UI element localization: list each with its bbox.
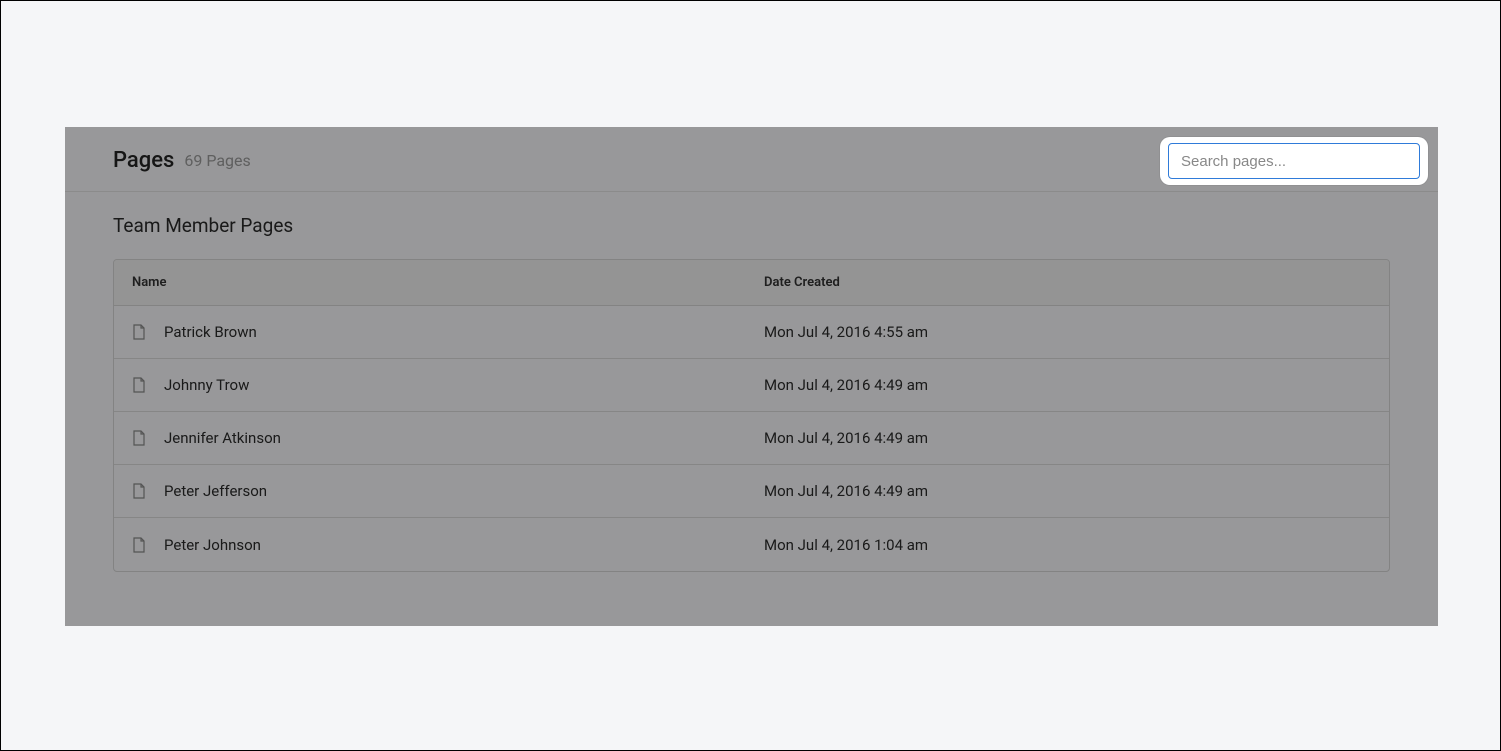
column-header-date-created[interactable]: Date Created [764,275,1389,290]
row-date-created: Mon Jul 4, 2016 4:49 am [764,376,1389,394]
page-icon [114,430,164,446]
column-header-name[interactable]: Name [114,275,764,290]
row-name: Jennifer Atkinson [164,429,764,447]
row-date-created: Mon Jul 4, 2016 4:55 am [764,323,1389,341]
page-count: 69 Pages [184,151,250,170]
table-header: Name Date Created [114,260,1389,306]
row-date-created: Mon Jul 4, 2016 4:49 am [764,429,1389,447]
search-input[interactable] [1168,143,1420,179]
panel-content: Team Member Pages Name Date Created Patr… [65,192,1438,612]
row-name: Johnny Trow [164,376,764,394]
row-date-created: Mon Jul 4, 2016 1:04 am [764,536,1389,554]
row-name: Peter Jefferson [164,482,764,500]
page-icon [114,324,164,340]
section-title: Team Member Pages [113,214,1390,237]
table-row[interactable]: Peter JohnsonMon Jul 4, 2016 1:04 am [114,518,1389,571]
table-row[interactable]: Jennifer AtkinsonMon Jul 4, 2016 4:49 am [114,412,1389,465]
row-date-created: Mon Jul 4, 2016 4:49 am [764,482,1389,500]
pages-table: Name Date Created Patrick BrownMon Jul 4… [113,259,1390,572]
table-row[interactable]: Peter JeffersonMon Jul 4, 2016 4:49 am [114,465,1389,518]
page-icon [114,483,164,499]
page-title: Pages [113,148,174,173]
page-icon [114,537,164,553]
row-name: Patrick Brown [164,323,764,341]
pages-panel: Pages 69 Pages Team Member Pages Name Da… [65,127,1438,626]
table-body: Patrick BrownMon Jul 4, 2016 4:55 amJohn… [114,306,1389,571]
search-highlight-wrap [1160,137,1428,185]
page-icon [114,377,164,393]
table-row[interactable]: Patrick BrownMon Jul 4, 2016 4:55 am [114,306,1389,359]
table-row[interactable]: Johnny TrowMon Jul 4, 2016 4:49 am [114,359,1389,412]
row-name: Peter Johnson [164,536,764,554]
